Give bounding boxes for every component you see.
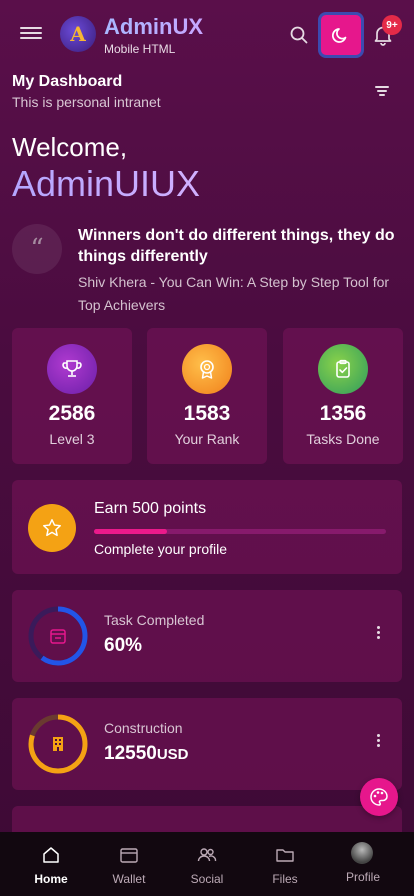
trophy-icon [47,344,97,394]
brand-subtitle: Mobile HTML [104,42,176,56]
stat-label: Tasks Done [306,431,380,447]
home-icon [43,847,59,863]
stat-value: 2586 [48,402,96,425]
nav-item-social[interactable]: Social [167,832,247,896]
palette-icon [370,788,388,806]
nav-item-files[interactable]: Files [245,832,325,896]
nav-label: Wallet [112,872,146,886]
earn-progress-fill [94,529,167,534]
logo-letter: A [70,22,86,46]
nav-item-home[interactable]: Home [11,832,91,896]
notification-badge: 9+ [382,15,402,35]
metric-card-construction[interactable]: Construction 12550USD [12,698,402,790]
metric-card-task-completed[interactable]: Task Completed 60% [12,590,402,682]
clipboard-check-icon [318,344,368,394]
wallet-icon [120,848,138,863]
more-options-button[interactable] [375,734,381,750]
bottom-navigation: Home Wallet Social Files Profile [0,832,414,896]
star-icon [28,504,76,552]
earn-progress-bar [94,529,386,534]
earn-title: Earn 500 points [94,500,207,517]
medal-icon [182,344,232,394]
people-icon [197,848,217,862]
menu-button[interactable] [20,24,42,44]
nav-item-profile[interactable]: Profile [323,832,403,896]
avatar [351,842,373,864]
metric-number: 60% [104,635,143,656]
welcome-name: AdminUIUX [12,163,201,204]
page-subtitle: This is personal intranet [12,94,161,110]
stat-card-level[interactable]: 2586 Level 3 [12,328,132,464]
calendar-icon [48,626,68,646]
welcome-greeting: Welcome, [12,132,128,162]
metric-unit: USD [156,746,189,763]
filter-button[interactable] [375,86,389,98]
earn-points-card[interactable]: Earn 500 points Complete your profile [12,480,402,574]
nav-label: Files [272,872,298,886]
stat-value: 1356 [319,402,367,425]
nav-label: Profile [345,870,380,884]
stat-card-rank[interactable]: 1583 Your Rank [147,328,267,464]
quote-text: Winners don't do different things, they … [78,227,395,265]
stat-card-tasks[interactable]: 1356 Tasks Done [283,328,403,464]
stat-value: 1583 [183,402,231,425]
nav-item-wallet[interactable]: Wallet [89,832,169,896]
earn-subtitle: Complete your profile [94,541,228,557]
stat-label: Level 3 [49,431,95,447]
color-settings-button[interactable] [360,778,398,816]
moon-icon [331,28,347,43]
page-title: My Dashboard [12,73,123,90]
theme-toggle-button[interactable] [318,12,364,58]
metric-label: Task Completed [104,612,205,628]
folder-icon [276,849,294,862]
metric-number: 12550 [104,743,157,764]
quote-icon: “ [12,224,62,274]
metric-label: Construction [104,720,183,736]
metric-value: 60% [104,635,142,657]
nav-label: Social [190,872,224,886]
search-button[interactable] [289,25,309,45]
logo: A [60,16,96,52]
quote-author: Shiv Khera - You Can Win: A Step by Step… [78,274,390,313]
search-icon [290,26,308,44]
app-header: A AdminUX Mobile HTML 9+ [0,0,414,70]
nav-label: Home [34,872,68,886]
brand-title: AdminUX [104,14,203,39]
stat-label: Your Rank [174,431,240,447]
metric-value: 12550USD [104,743,189,765]
more-options-button[interactable] [375,626,381,642]
building-icon [48,734,68,754]
